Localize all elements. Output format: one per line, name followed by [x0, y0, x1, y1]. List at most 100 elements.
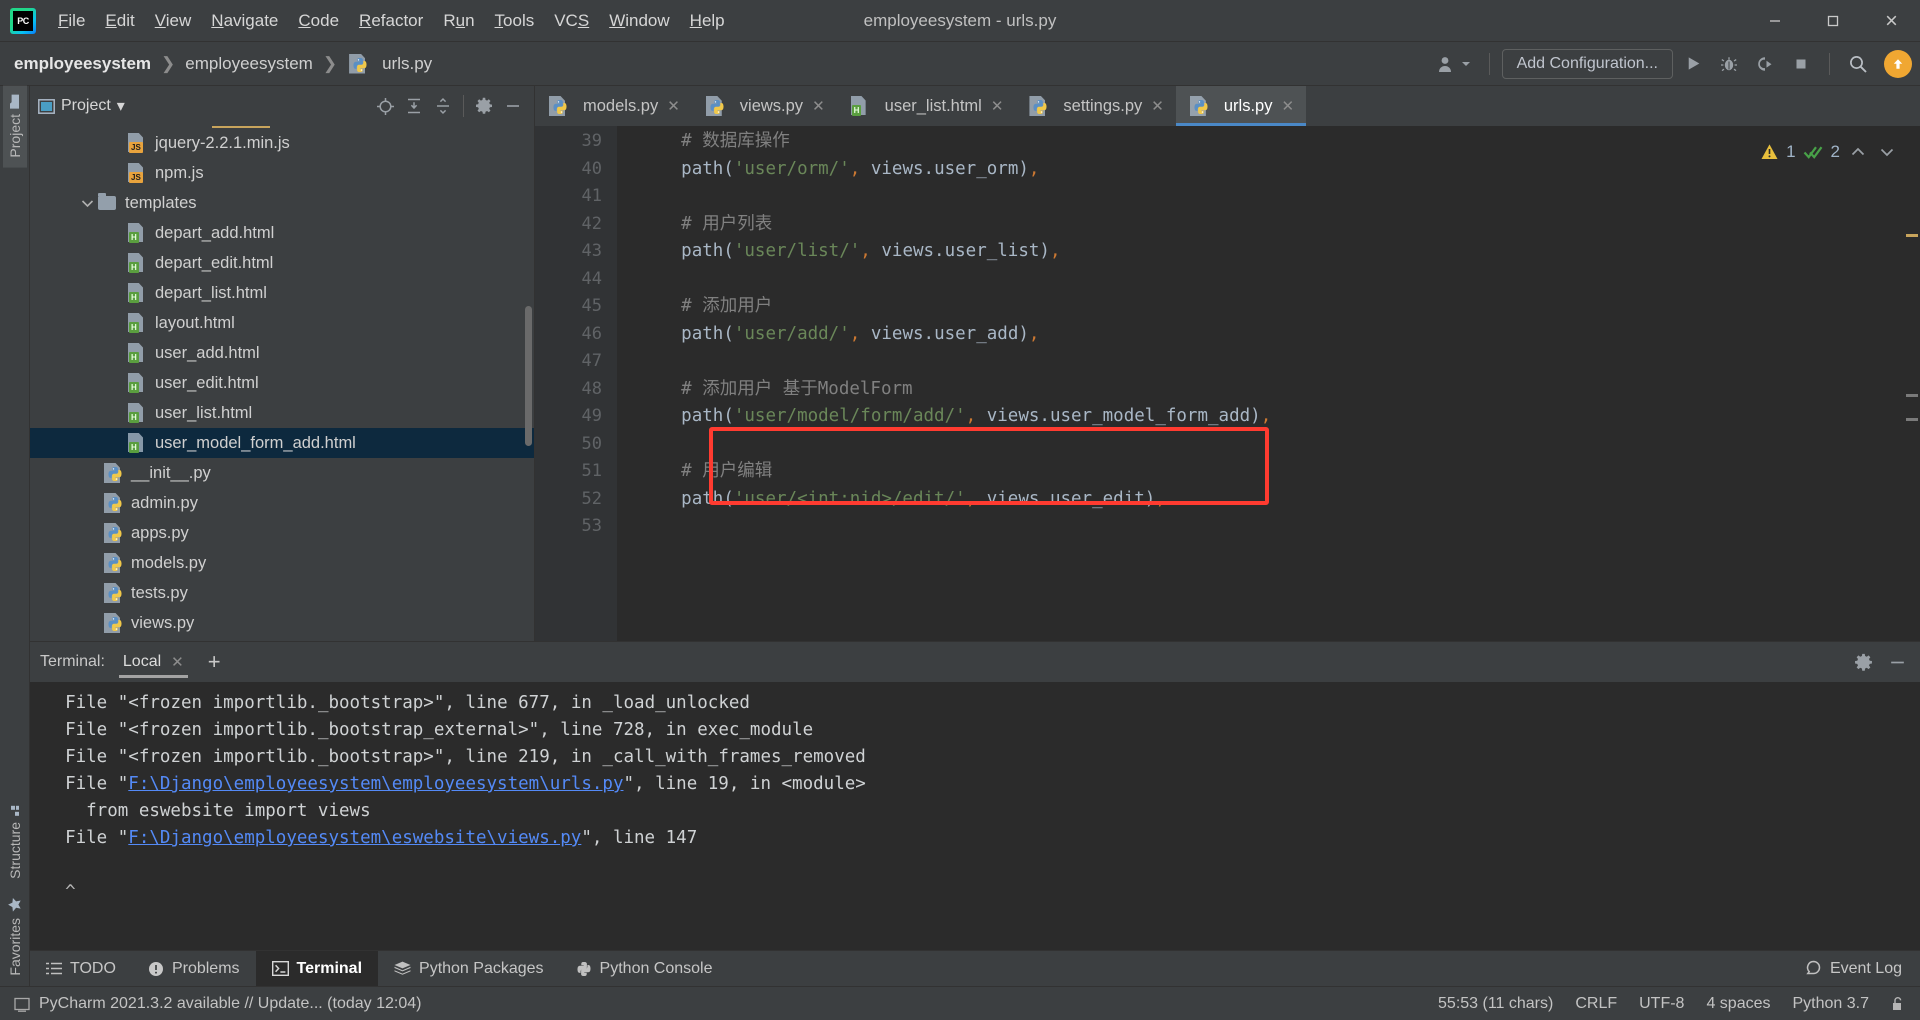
close-icon[interactable]: ✕	[1281, 97, 1294, 115]
hide-panel-icon[interactable]	[500, 93, 526, 119]
code-content[interactable]: # 数据库操作 path('user/orm/', views.user_orm…	[617, 126, 1920, 641]
tree-item[interactable]: Huser_list.html	[30, 398, 534, 428]
maximize-button[interactable]	[1804, 0, 1862, 42]
coverage-icon[interactable]	[1749, 49, 1781, 79]
code-token: ,	[1155, 488, 1166, 509]
breadcrumb-item-employeesystem[interactable]: employeesystem	[179, 51, 319, 77]
tree-item[interactable]: tests.py	[30, 578, 534, 608]
status-message[interactable]: PyCharm 2021.3.2 available // Update... …	[39, 995, 421, 1013]
caret-position[interactable]: 55:53 (11 chars)	[1438, 995, 1553, 1013]
close-icon[interactable]: ✕	[667, 97, 680, 115]
editor-tab-views-py[interactable]: views.py ✕	[692, 86, 837, 126]
tree-item[interactable]: Huser_edit.html	[30, 368, 534, 398]
tree-item[interactable]: Hlayout.html	[30, 308, 534, 338]
menu-vcs[interactable]: VCS	[544, 7, 599, 35]
tree-item[interactable]: Hdepart_edit.html	[30, 248, 534, 278]
warning-icon[interactable]	[1760, 143, 1779, 161]
menu-view[interactable]: View	[145, 7, 202, 35]
tree-item[interactable]: Hdepart_list.html	[30, 278, 534, 308]
editor-tab-label: settings.py	[1063, 96, 1143, 115]
search-icon[interactable]	[1842, 49, 1874, 79]
menu-navigate[interactable]: Navigate	[201, 7, 288, 35]
chevron-down-icon[interactable]: ▾	[117, 96, 125, 116]
breadcrumb-item-urls-py[interactable]: urls.py	[341, 51, 438, 77]
indent-setting[interactable]: 4 spaces	[1706, 995, 1770, 1013]
event-log-button[interactable]: Event Log	[1805, 951, 1920, 986]
tree-item[interactable]: admin.py	[30, 488, 534, 518]
profile-button[interactable]	[1431, 51, 1477, 77]
minimize-button[interactable]	[1746, 0, 1804, 42]
bottom-tab-python-packages[interactable]: Python Packages	[378, 951, 560, 986]
run-icon[interactable]	[1677, 49, 1709, 79]
menu-edit[interactable]: Edit	[95, 7, 144, 35]
editor-scrollbar[interactable]	[1904, 126, 1920, 641]
tree-item[interactable]: Hdepart_add.html	[30, 218, 534, 248]
hide-panel-icon[interactable]	[1884, 649, 1910, 675]
breadcrumb-item-employeesystem[interactable]: employeesystem	[8, 51, 157, 77]
previous-problem-icon[interactable]	[1847, 146, 1869, 158]
tree-item[interactable]: Huser_add.html	[30, 338, 534, 368]
tree-item[interactable]: views.py	[30, 608, 534, 638]
add-configuration-button[interactable]: Add Configuration...	[1501, 48, 1673, 79]
next-problem-icon[interactable]	[1876, 146, 1898, 158]
menu-code[interactable]: Code	[288, 7, 349, 35]
tree-item[interactable]: __init__.py	[30, 458, 534, 488]
terminal-output[interactable]: File "<frozen importlib._bootstrap>", li…	[30, 682, 1920, 950]
chevron-down-icon[interactable]	[78, 199, 96, 208]
editor-tab-user-list-html[interactable]: Huser_list.html ✕	[837, 86, 1016, 126]
stop-icon[interactable]	[1785, 49, 1817, 79]
gear-icon[interactable]	[471, 93, 497, 119]
menu-file[interactable]: File	[48, 7, 95, 35]
project-tree-scrollbar[interactable]	[525, 306, 532, 446]
expand-all-icon[interactable]	[401, 93, 427, 119]
terminal-tab-local[interactable]: Local ✕	[115, 647, 192, 678]
menu-run[interactable]: Run	[433, 7, 484, 35]
new-terminal-button[interactable]: +	[202, 649, 227, 675]
bottom-tab-todo[interactable]: TODO	[30, 951, 132, 986]
menu-tools[interactable]: Tools	[485, 7, 545, 35]
tree-item[interactable]: models.py	[30, 548, 534, 578]
menu-window[interactable]: Window	[599, 7, 679, 35]
code-token: path	[681, 241, 724, 261]
tree-item[interactable]: JS jquery-2.2.1.min.js	[30, 128, 534, 158]
line-separator[interactable]: CRLF	[1575, 995, 1617, 1013]
bug-icon[interactable]	[1713, 49, 1745, 79]
tree-item[interactable]: apps.py	[30, 518, 534, 548]
close-icon[interactable]: ✕	[171, 653, 184, 671]
file-path-link[interactable]: F:\Django\employeesystem\employeesystem\…	[128, 774, 623, 794]
update-button[interactable]	[1884, 49, 1912, 78]
js-file-icon: JS	[126, 163, 148, 183]
tree-item-label: apps.py	[131, 523, 189, 542]
sidebar-item-favorites[interactable]: Favorites	[3, 888, 27, 986]
close-icon[interactable]: ✕	[991, 97, 1004, 115]
terminal-text: ^	[44, 882, 76, 902]
file-path-link[interactable]: F:\Django\employeesystem\eswebsite\views…	[128, 828, 581, 848]
sidebar-item-project[interactable]: Project	[2, 86, 27, 168]
menu-refactor[interactable]: Refactor	[349, 7, 433, 35]
close-icon[interactable]: ✕	[1151, 97, 1164, 115]
file-encoding[interactable]: UTF-8	[1639, 995, 1684, 1013]
collapse-all-icon[interactable]	[430, 93, 456, 119]
tree-item[interactable]: templates	[30, 188, 534, 218]
editor-tab-urls-py[interactable]: urls.py ✕	[1175, 86, 1307, 126]
menu-help[interactable]: Help	[680, 7, 735, 35]
inspection-ok-icon[interactable]	[1803, 143, 1824, 161]
python-interpreter[interactable]: Python 3.7	[1793, 995, 1870, 1013]
editor-tab-models-py[interactable]: models.py ✕	[535, 86, 692, 126]
project-tree[interactable]: JS jquery-2.2.1.min.js JS npm.js templates Hd…	[30, 126, 534, 641]
tree-item[interactable]: JS npm.js	[30, 158, 534, 188]
gear-icon[interactable]	[1850, 649, 1876, 675]
bottom-tab-python-console[interactable]: Python Console	[560, 951, 729, 986]
bottom-tab-terminal[interactable]: Terminal	[255, 951, 379, 986]
tree-item-selected[interactable]: Huser_model_form_add.html	[30, 428, 534, 458]
code-editor[interactable]: 39 40 41 42 43 44 45 46 47 48 49 50 51 52 53 # 数据库操作 p…	[535, 126, 1920, 641]
locate-file-icon[interactable]	[372, 93, 398, 119]
terminal-text: ", line 19, in <module>	[623, 774, 866, 794]
editor-tab-settings-py[interactable]: settings.py ✕	[1015, 86, 1175, 126]
close-button[interactable]	[1862, 0, 1920, 42]
bottom-tab-problems[interactable]: Problems	[132, 951, 256, 986]
unlocked-icon[interactable]	[1891, 996, 1906, 1012]
line-number: 53	[581, 516, 602, 536]
close-icon[interactable]: ✕	[812, 97, 825, 115]
sidebar-item-structure[interactable]: Structure	[3, 794, 27, 889]
